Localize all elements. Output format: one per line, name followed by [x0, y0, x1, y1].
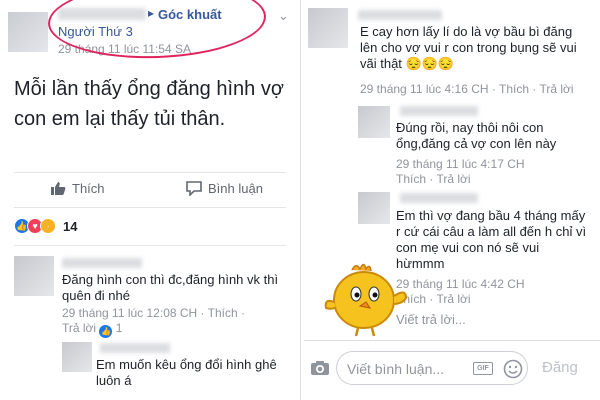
reply-like-link[interactable]: Thích: [396, 172, 426, 186]
reactions-summary[interactable]: 👍 ♥ · 14: [14, 218, 77, 234]
blurred-reply-name: [400, 106, 478, 116]
comment-meta-row2: Trả lời 👍 1: [62, 320, 122, 338]
comment-composer-bar: Viết bình luận... GIF Đăng: [304, 340, 600, 400]
blurred-reply-name: [400, 193, 478, 203]
like-button[interactable]: Thích: [50, 181, 105, 196]
comment-like-link[interactable]: Thích: [208, 306, 238, 320]
reply-text: Đúng rồi, nay thôi nôi con ổng,đăng cả v…: [396, 120, 557, 151]
reply-meta-row2: Thích · Trả lời: [396, 172, 471, 186]
comment-like-link[interactable]: Thích: [499, 82, 529, 96]
comment-meta: 29 tháng 11 lúc 4:16 CH · Thích · Trả lờ…: [360, 82, 574, 96]
commenter-avatar[interactable]: [14, 256, 54, 296]
reply-time[interactable]: 29 tháng 11 lúc 4:42 CH: [396, 277, 525, 291]
comment-input[interactable]: Viết bình luận... GIF: [336, 351, 528, 385]
blurred-commenter-name: [62, 258, 142, 268]
sad-icon: ·: [40, 218, 56, 234]
comment-button[interactable]: Bình luận: [186, 181, 263, 196]
comment-icon: [186, 181, 202, 196]
reply-avatar[interactable]: [62, 342, 92, 372]
blurred-reply-name: [100, 343, 170, 353]
comment-label: Bình luận: [208, 181, 263, 196]
chevron-down-icon[interactable]: ⌄: [278, 8, 289, 24]
divider: [14, 172, 286, 173]
comment-placeholder: Viết bình luận...: [347, 361, 445, 377]
reply-meta: 29 tháng 11 lúc 4:17 CH: [396, 156, 525, 172]
gif-button[interactable]: GIF: [473, 362, 493, 375]
comment-text: E cay hơn lấy lí do là vợ bầu bì đăng lê…: [360, 24, 577, 71]
smiley-icon[interactable]: [503, 359, 523, 379]
camera-icon[interactable]: [310, 360, 330, 376]
left-screenshot-panel: ▸ Góc khuất Người Thứ 3 29 tháng 11 lúc …: [0, 0, 300, 400]
reply-reply-link[interactable]: Trả lời: [436, 172, 470, 186]
divider: [14, 245, 286, 246]
comment-text: Đăng hình con thì đc,đăng hình vk thì qu…: [62, 272, 279, 303]
comment-reply-link[interactable]: Trả lời: [62, 321, 96, 335]
comment-meta: 29 tháng 11 lúc 12:08 CH · Thích ·: [62, 306, 246, 320]
like-label: Thích: [72, 181, 105, 196]
reaction-count: 14: [63, 218, 78, 234]
reply-text: Em muốn kêu ổng đổi hình ghê luôn á: [96, 357, 277, 388]
comment-time[interactable]: 29 tháng 11 lúc 12:08 CH: [62, 306, 197, 320]
divider: [14, 207, 286, 208]
comment-reply-link[interactable]: Trả lời: [539, 82, 573, 96]
reply-time[interactable]: 29 tháng 11 lúc 4:17 CH: [396, 157, 525, 171]
reply-text: Em thì vợ đang bầu 4 tháng mấy r cứ cái …: [396, 208, 587, 271]
poster-avatar[interactable]: [8, 12, 48, 52]
chick-sticker: [324, 263, 408, 337]
comment-time[interactable]: 29 tháng 11 lúc 4:16 CH: [360, 82, 489, 96]
post-comment-button[interactable]: Đăng: [542, 359, 578, 376]
reply-avatar[interactable]: [358, 192, 390, 224]
post-text: Mỗi lần thấy ổng đăng hình vợ con em lại…: [14, 78, 284, 130]
commenter-avatar[interactable]: [308, 8, 348, 48]
blurred-commenter-name: [358, 10, 442, 20]
reply-meta: 29 tháng 11 lúc 4:42 CH: [396, 276, 525, 292]
thumbs-up-icon: [51, 182, 66, 195]
reply-avatar[interactable]: [358, 106, 390, 138]
reply-reply-link[interactable]: Trả lời: [436, 292, 470, 306]
comment-like-count: 1: [115, 321, 123, 335]
like-icon: 👍: [99, 325, 113, 338]
right-screenshot-panel: E cay hơn lấy lí do là vợ bầu bì đăng lê…: [304, 0, 600, 400]
